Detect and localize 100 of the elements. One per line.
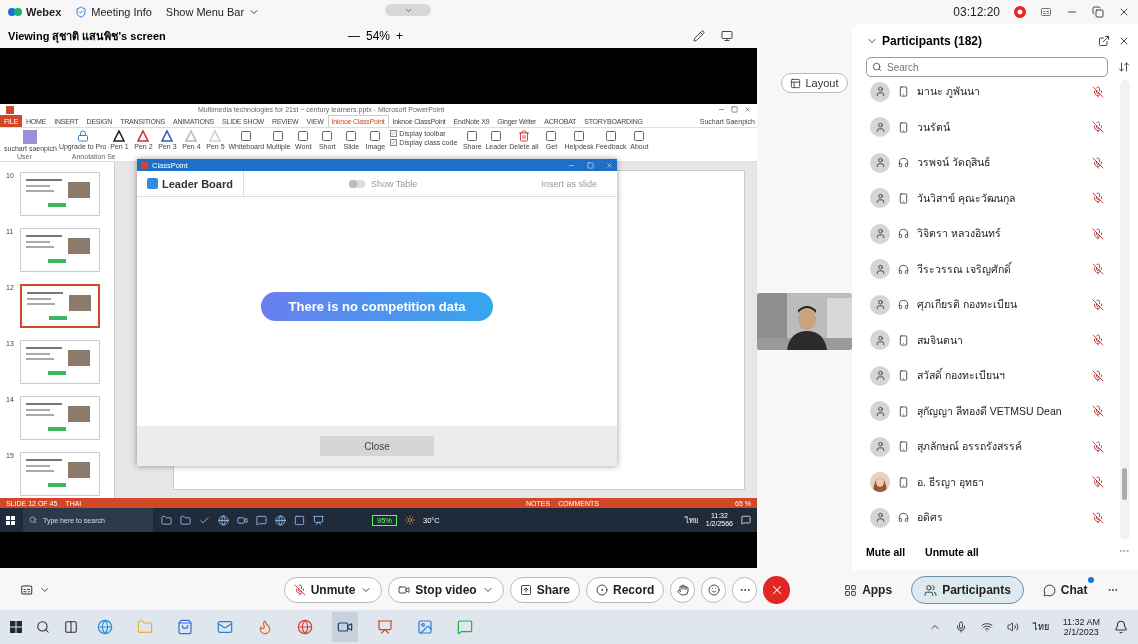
participant-row[interactable]: สมจินตนา bbox=[866, 322, 1120, 358]
windows-icon[interactable] bbox=[10, 621, 22, 633]
app-icon[interactable] bbox=[337, 619, 353, 635]
slide-thumbnail[interactable] bbox=[20, 283, 100, 328]
windows-icon[interactable] bbox=[6, 515, 15, 525]
participant-row[interactable]: สวัสดิ์ กองทะเบียนฯ bbox=[866, 358, 1120, 394]
search-icon bbox=[29, 516, 37, 524]
control-button[interactable]: Unmute bbox=[283, 577, 383, 603]
app-icon[interactable] bbox=[161, 514, 172, 526]
tool-icon bbox=[573, 130, 586, 142]
leave-button[interactable] bbox=[763, 576, 791, 604]
reactions-button[interactable] bbox=[701, 577, 727, 603]
participant-row[interactable]: วันวิสาข์ คุณะวัฒนกุล bbox=[866, 180, 1120, 216]
screen-icon[interactable] bbox=[721, 30, 734, 42]
minimize-icon[interactable] bbox=[718, 106, 725, 113]
participant-row[interactable]: ศุภเกียรติ กองทะเบียน bbox=[866, 287, 1120, 323]
pen-icon bbox=[137, 130, 150, 142]
control-button[interactable]: Share bbox=[509, 577, 581, 603]
close-button[interactable]: Close bbox=[320, 436, 434, 456]
zoom-out-button[interactable]: — bbox=[348, 29, 360, 43]
network-icon[interactable] bbox=[980, 621, 993, 633]
trash-icon bbox=[517, 130, 530, 142]
webex-logo[interactable]: Webex bbox=[8, 6, 62, 18]
side-tab[interactable]: Chat bbox=[1029, 576, 1101, 604]
control-button[interactable]: Stop video bbox=[388, 577, 504, 603]
participant-row[interactable]: อดิศร bbox=[866, 500, 1120, 536]
pop-out-icon[interactable] bbox=[1098, 35, 1110, 47]
raise-hand-button[interactable] bbox=[670, 577, 696, 603]
app-icon[interactable] bbox=[313, 514, 324, 526]
participant-row[interactable]: มานะ ภูพันนา bbox=[866, 74, 1120, 110]
app-icon[interactable] bbox=[199, 514, 210, 526]
control-button[interactable]: Record bbox=[586, 577, 665, 603]
app-icon[interactable] bbox=[180, 514, 191, 526]
slide-thumbnail[interactable] bbox=[20, 451, 100, 496]
person-icon bbox=[874, 512, 886, 524]
menu-button[interactable]: Show Menu Bar bbox=[165, 6, 261, 18]
checkbox[interactable] bbox=[390, 130, 398, 137]
mic-off-icon bbox=[1092, 334, 1104, 347]
app-icon[interactable] bbox=[237, 514, 248, 526]
leader-board-tab[interactable]: Leader Board bbox=[137, 171, 244, 196]
checkbox[interactable] bbox=[390, 139, 398, 146]
person-icon bbox=[874, 157, 886, 169]
app-icon[interactable] bbox=[417, 619, 433, 635]
app-icon[interactable] bbox=[275, 514, 286, 526]
app-icon[interactable] bbox=[256, 514, 267, 526]
mic-off-icon bbox=[293, 584, 306, 596]
participant-row[interactable]: วีระวรรณ เจริญศักดิ์ bbox=[866, 251, 1120, 287]
app-icon[interactable] bbox=[294, 514, 305, 526]
app-icon[interactable] bbox=[218, 514, 229, 526]
app-icon[interactable] bbox=[297, 619, 313, 635]
participant-row[interactable]: วิจิตรา หลวงอินทร์ bbox=[866, 216, 1120, 252]
toggle-label: Show Table bbox=[370, 178, 418, 189]
layout-button[interactable]: Layout bbox=[781, 73, 848, 93]
participant-name: มานะ ภูพันนา bbox=[917, 84, 981, 100]
notification-icon[interactable] bbox=[741, 515, 751, 525]
participant-name: วิจิตรา หลวงอินทร์ bbox=[917, 226, 1002, 242]
annotate-icon[interactable] bbox=[693, 30, 706, 42]
slide-thumbnail[interactable] bbox=[20, 339, 100, 384]
slide-thumbnail[interactable] bbox=[20, 395, 100, 440]
scrollbar[interactable] bbox=[1120, 80, 1130, 540]
mic-off-icon bbox=[1092, 511, 1104, 524]
pen-icon bbox=[209, 130, 222, 142]
menu-button[interactable]: Meeting Info bbox=[75, 6, 152, 18]
unmute-all-button[interactable]: Unmute all bbox=[925, 546, 979, 558]
maximize-icon[interactable] bbox=[731, 106, 738, 113]
person-icon bbox=[874, 121, 886, 133]
slide-thumbnail[interactable] bbox=[20, 171, 100, 216]
person-icon bbox=[874, 228, 886, 240]
toggle-switch[interactable] bbox=[348, 179, 365, 188]
volume-icon[interactable] bbox=[1006, 621, 1019, 633]
mute-all-button[interactable]: Mute all bbox=[866, 546, 906, 558]
captions-icon[interactable] bbox=[20, 583, 34, 597]
close-icon[interactable] bbox=[1118, 35, 1130, 47]
restore-icon[interactable] bbox=[1092, 6, 1104, 18]
participant-row[interactable]: สุกัญญา ลีทองดี VETMSU Dean bbox=[866, 393, 1120, 429]
participant-row[interactable]: วรพจน์ วัดฤสินธ์ bbox=[866, 145, 1120, 181]
panel-title: Participants (182) bbox=[882, 34, 983, 48]
app-icon[interactable] bbox=[217, 619, 233, 635]
meeting-timer: 03:12:20 bbox=[953, 5, 1000, 19]
notification-icon[interactable] bbox=[1114, 620, 1128, 634]
search-icon[interactable] bbox=[36, 620, 50, 634]
participant-row[interactable]: สุภลักษณ์ อรรถรังสรรค์ bbox=[866, 429, 1120, 465]
slide-thumbnail[interactable] bbox=[20, 227, 100, 272]
app-icon[interactable] bbox=[377, 619, 393, 635]
app-icon[interactable] bbox=[177, 619, 193, 635]
side-tab[interactable]: Apps bbox=[831, 576, 906, 604]
side-tab[interactable]: Participants bbox=[911, 576, 1024, 604]
mic-icon[interactable] bbox=[954, 621, 967, 633]
search-field[interactable]: Search bbox=[866, 57, 1108, 77]
weather-icon bbox=[405, 515, 415, 525]
sort-icon[interactable] bbox=[1118, 61, 1130, 73]
participant-name: ศุภเกียรติ กองทะเบียน bbox=[917, 297, 1018, 313]
participant-row[interactable]: วนรัตน์ bbox=[866, 109, 1120, 145]
tool-icon bbox=[297, 130, 310, 142]
zoom-in-button[interactable]: + bbox=[396, 29, 404, 43]
device-icon bbox=[898, 405, 909, 417]
participant-row[interactable]: อ. ธีรญา อุทธา bbox=[866, 464, 1120, 500]
close-icon[interactable] bbox=[1118, 6, 1130, 18]
task-view-icon[interactable] bbox=[64, 620, 78, 634]
clock-date: 2/1/2023 bbox=[1063, 627, 1099, 637]
